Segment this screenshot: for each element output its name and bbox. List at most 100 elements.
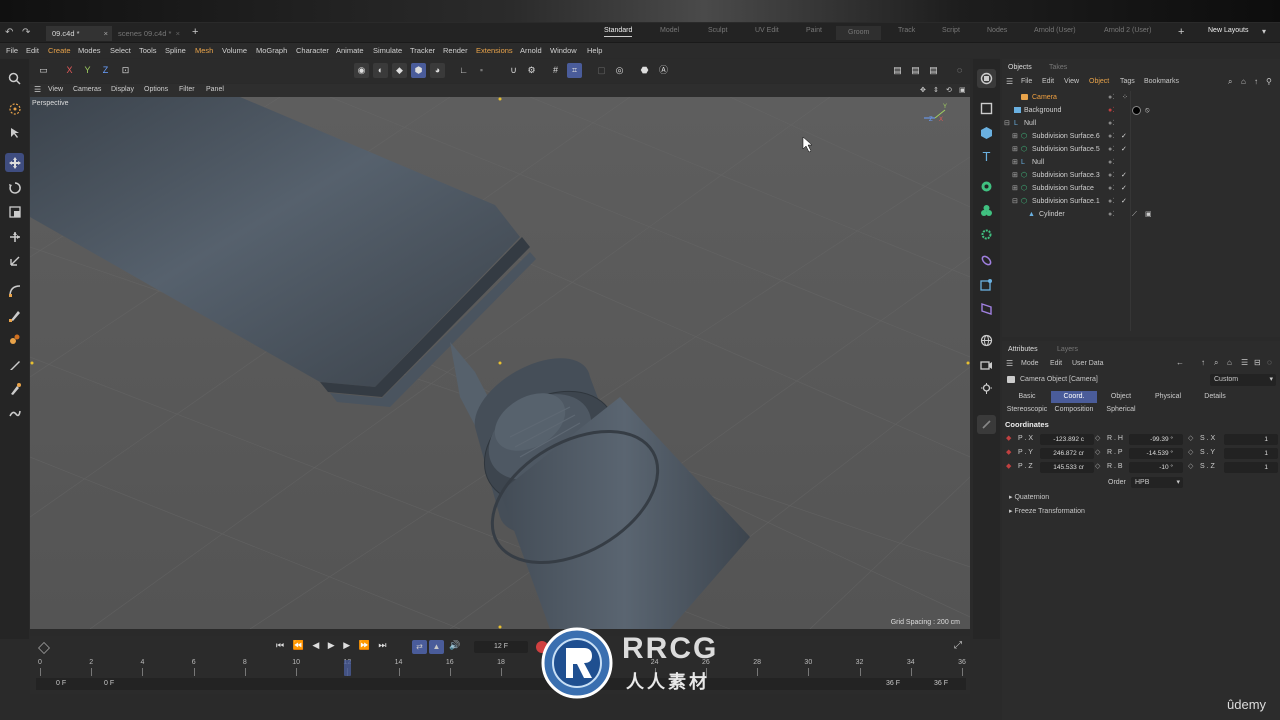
- sound-icon[interactable]: 🔊: [449, 640, 460, 651]
- layout-tab-script[interactable]: Script: [942, 27, 960, 34]
- light-icon[interactable]: [977, 379, 996, 398]
- menu-volume[interactable]: Volume: [222, 46, 247, 55]
- text-object-icon[interactable]: T: [977, 147, 996, 166]
- layout-tab-paint[interactable]: Paint: [806, 27, 822, 34]
- x-axis-lock-button[interactable]: X: [62, 63, 77, 78]
- enabled-check-icon[interactable]: ✓: [1121, 169, 1127, 182]
- layout-tab-nodes[interactable]: Nodes: [987, 27, 1007, 34]
- collapse-icon[interactable]: ⊞: [1012, 143, 1018, 156]
- coord-field-sx[interactable]: 1: [1224, 434, 1278, 445]
- polygons-mode-icon[interactable]: ◆: [392, 63, 407, 78]
- objects-menu-file[interactable]: File: [1021, 78, 1032, 85]
- nav-back-icon[interactable]: ←: [1176, 358, 1184, 367]
- visibility-dots-icon[interactable]: ●⁚: [1108, 208, 1114, 221]
- freeze-transformation-section[interactable]: ▸ Freeze Transformation: [1009, 507, 1085, 515]
- coord-field-rb[interactable]: -10 °: [1129, 462, 1183, 473]
- render-settings-icon[interactable]: ⬣: [637, 63, 652, 78]
- filter-icon[interactable]: ⚲: [1266, 77, 1272, 86]
- objects-menu-tags[interactable]: Tags: [1120, 78, 1135, 85]
- coord-field-sy[interactable]: 1: [1224, 448, 1278, 459]
- keyframe-dot-icon[interactable]: ◆: [1006, 462, 1011, 470]
- deformer-icon[interactable]: [977, 225, 996, 244]
- object-row-background[interactable]: Background ●⁚ ⦸: [1002, 104, 1280, 117]
- add-layout-icon[interactable]: +: [1178, 26, 1184, 38]
- enabled-check-icon[interactable]: ✓: [1121, 143, 1127, 156]
- layout-tab-arnold-user[interactable]: Arnold (User): [1034, 27, 1076, 34]
- coord-field-px[interactable]: -123.892 c: [1040, 434, 1094, 445]
- 3d-viewport[interactable]: Z X Y Perspective Grid Spacing : 200 cm: [30, 97, 970, 629]
- keyframe-dot-icon[interactable]: ◇: [1188, 448, 1193, 456]
- clapper-settings-icon[interactable]: ▤: [926, 63, 941, 78]
- object-row-null[interactable]: ⊟ L Null ●⁚: [1002, 117, 1280, 130]
- viewport-maximize-icon[interactable]: ▣: [959, 86, 966, 94]
- keyframe-dot-icon[interactable]: ◇: [1095, 434, 1100, 442]
- go-to-start-icon[interactable]: ⏮: [276, 640, 284, 650]
- mograph-icon[interactable]: [977, 201, 996, 220]
- new-layouts-button[interactable]: New Layouts: [1208, 27, 1248, 34]
- settings-icon[interactable]: ◌: [1267, 358, 1272, 367]
- material-tag-icon[interactable]: [1132, 106, 1141, 115]
- menu-tracker[interactable]: Tracker: [410, 46, 435, 55]
- attr-tab-basic[interactable]: Basic: [1004, 391, 1050, 403]
- field-icon[interactable]: [977, 251, 996, 270]
- up-arrow-icon[interactable]: ↑: [1254, 77, 1258, 86]
- camera-tag-icon[interactable]: ⁘: [1122, 91, 1128, 104]
- chevron-down-icon[interactable]: ▾: [1262, 27, 1266, 36]
- attr-tab-stereoscopic[interactable]: Stereoscopic: [1004, 404, 1050, 416]
- object-row-subdiv[interactable]: ⊞ ⬡ Subdivision Surface ●⁚ ✓: [1002, 182, 1280, 195]
- edges-mode-icon[interactable]: ◐: [373, 63, 388, 78]
- object-row-cylinder[interactable]: ▲ Cylinder ●⁚ ⟋ ▣: [1002, 208, 1280, 221]
- object-row-subdiv6[interactable]: ⊞ ⬡ Subdivision Surface.6 ●⁚ ✓: [1002, 130, 1280, 143]
- attributes-hamburger-icon[interactable]: ☰: [1006, 359, 1013, 368]
- object-row-camera[interactable]: Camera ●⁚ ⁘: [1002, 91, 1280, 104]
- viewport-menu-cameras[interactable]: Cameras: [73, 86, 101, 93]
- objects-menu-object[interactable]: Object: [1089, 78, 1109, 85]
- keyframe-dot-icon[interactable]: ◆: [1006, 434, 1011, 442]
- timeline-ruler[interactable]: 024681012141618202224262830323436: [36, 659, 966, 676]
- keyframe-dot-icon[interactable]: ◇: [1095, 448, 1100, 456]
- camera-create-icon[interactable]: [977, 355, 996, 374]
- viewport-pan-icon[interactable]: ✥: [920, 86, 926, 94]
- menu-select[interactable]: Select: [110, 46, 131, 55]
- coord-field-pz[interactable]: 145.533 cr: [1040, 462, 1094, 473]
- viewport-menu-panel[interactable]: Panel: [206, 86, 224, 93]
- doc-tab-scenes[interactable]: scenes 09.c4d * ×: [112, 26, 184, 41]
- scale-tool-icon[interactable]: [5, 202, 24, 221]
- menu-tools[interactable]: Tools: [139, 46, 157, 55]
- layout-tab-track[interactable]: Track: [898, 27, 915, 34]
- model-mode-icon[interactable]: ⬢: [411, 63, 426, 78]
- interpolation-icon[interactable]: ▲: [429, 640, 444, 654]
- tab-takes[interactable]: Takes: [1049, 64, 1067, 71]
- z-axis-lock-button[interactable]: Z: [98, 63, 113, 78]
- nav-up-icon[interactable]: ↑: [1201, 358, 1205, 367]
- loop-toggle-icon[interactable]: ⇄: [412, 640, 427, 654]
- keyframe-diamond-icon[interactable]: [38, 642, 50, 654]
- new-document-button[interactable]: +: [192, 26, 198, 38]
- redo-icon[interactable]: ↷: [22, 27, 30, 38]
- prev-frame-icon[interactable]: ◀: [312, 640, 319, 650]
- attr-tab-object[interactable]: Object: [1098, 391, 1144, 403]
- keyframe-dot-icon[interactable]: ◇: [1095, 462, 1100, 470]
- view-options-icon[interactable]: ◌: [952, 63, 967, 78]
- search-icon[interactable]: ⌕: [1214, 358, 1218, 368]
- live-selection-icon[interactable]: [5, 123, 24, 142]
- attr-tab-composition[interactable]: Composition: [1051, 404, 1097, 416]
- uv-mode-icon[interactable]: ◕: [430, 63, 445, 78]
- visibility-dots-icon[interactable]: ●⁚: [1108, 104, 1114, 117]
- keyframe-dot-icon[interactable]: ◇: [1188, 434, 1193, 442]
- rotate-tool-icon[interactable]: [5, 178, 24, 197]
- menu-file[interactable]: File: [6, 46, 18, 55]
- object-row-null-child[interactable]: ⊞ L Null ●⁚: [1002, 156, 1280, 169]
- keyframe-dot-icon[interactable]: ◇: [1188, 462, 1193, 470]
- visibility-dots-icon[interactable]: ●⁚: [1108, 182, 1114, 195]
- enabled-check-icon[interactable]: ✓: [1121, 195, 1127, 208]
- menu-help[interactable]: Help: [587, 46, 602, 55]
- coordinate-system-icon[interactable]: ⊡: [118, 63, 133, 78]
- attributes-menu-user-data[interactable]: User Data: [1072, 360, 1104, 367]
- menu-animate[interactable]: Animate: [336, 46, 364, 55]
- menu-create[interactable]: Create: [48, 46, 71, 55]
- menu-modes[interactable]: Modes: [78, 46, 101, 55]
- points-mode-icon[interactable]: ◉: [354, 63, 369, 78]
- spline-object-icon[interactable]: [977, 99, 996, 118]
- min-frame-field[interactable]: 0 F: [104, 680, 114, 687]
